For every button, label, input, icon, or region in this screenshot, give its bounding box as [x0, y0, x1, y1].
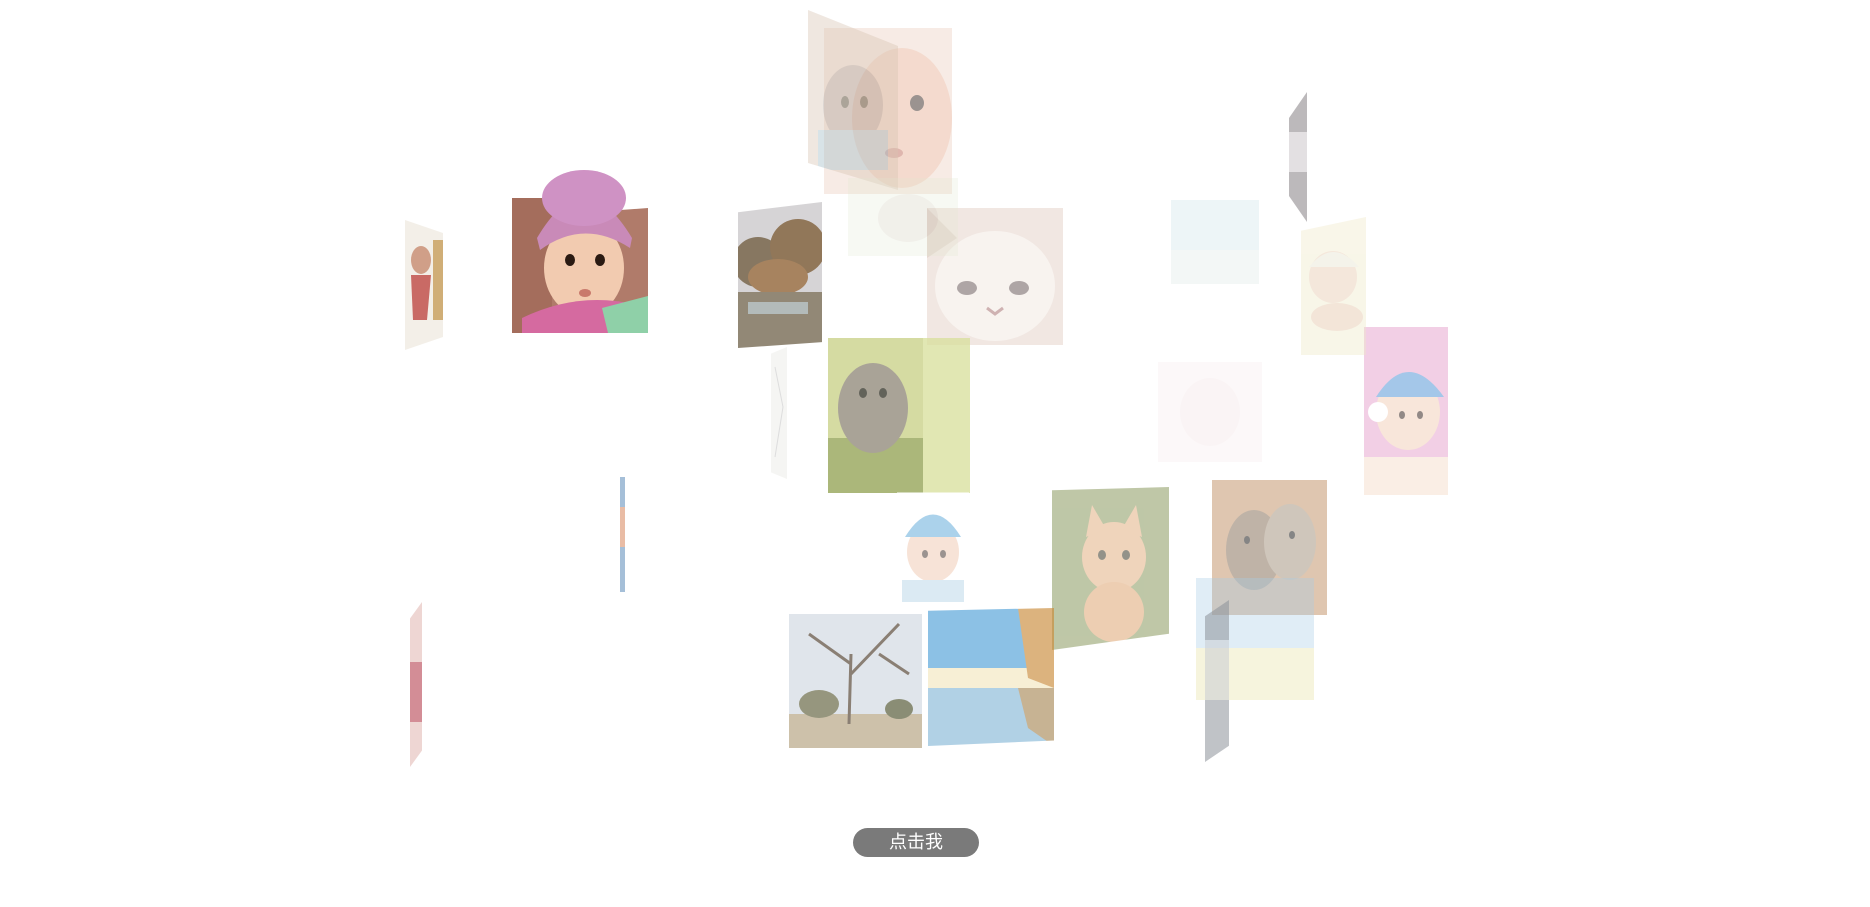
- baby-headphones-photo: [1364, 327, 1448, 495]
- pink-sliver-photo: [410, 602, 422, 767]
- baby-pink-hat-photo: [512, 168, 648, 333]
- sleeping-baby-photo: [1301, 217, 1366, 355]
- sketch-sliver-photo: [771, 347, 787, 479]
- blue-sliver-photo: [620, 477, 625, 592]
- baby-girl-thin-photo: [405, 220, 443, 350]
- grey-cat-sliver-photo: [1205, 600, 1229, 762]
- click-me-button[interactable]: 点击我: [853, 828, 979, 857]
- orange-kitten-photo: [1052, 487, 1169, 650]
- pale-sky-photo: [1171, 200, 1259, 284]
- faint-baby-photo: [1158, 362, 1262, 462]
- bare-tree-park-photo: [789, 614, 922, 748]
- baby-blue-hat-photo: [897, 492, 969, 602]
- kitten-in-grass-photo: [828, 338, 970, 493]
- small-cat-strip-photo: [1289, 92, 1307, 222]
- photo-cube-stage: 点击我: [0, 0, 1870, 907]
- pale-kitten-small-photo: [848, 178, 958, 256]
- autumn-forest-painting: [738, 202, 822, 348]
- lake-reflection-photo: [928, 608, 1054, 746]
